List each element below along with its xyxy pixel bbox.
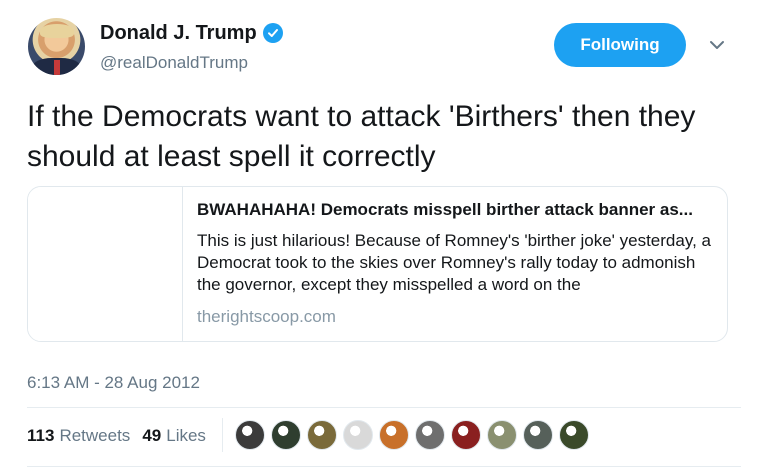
likes-count: 49 <box>142 426 162 445</box>
verified-badge-icon <box>262 23 283 43</box>
likes-stat[interactable]: 49 Likes <box>142 426 206 446</box>
liker-avatars <box>222 418 595 452</box>
retweets-count: 113 <box>27 426 55 445</box>
liker-avatar[interactable] <box>487 420 517 450</box>
author-info: Donald J. Trump @realDonaldTrump <box>100 20 283 73</box>
avatar-tie <box>54 60 60 75</box>
liker-avatar[interactable] <box>559 420 589 450</box>
retweets-label: Retweets <box>59 426 131 445</box>
tweet-header: Donald J. Trump @realDonaldTrump Followi… <box>28 18 740 80</box>
liker-avatar[interactable] <box>307 420 337 450</box>
author-display-name[interactable]: Donald J. Trump <box>100 22 257 45</box>
card-title: BWAHAHAHA! Democrats misspell birther at… <box>197 200 693 219</box>
card-thumbnail <box>28 187 183 341</box>
liker-avatar[interactable] <box>523 420 553 450</box>
following-button[interactable]: Following <box>554 23 686 67</box>
author-avatar[interactable] <box>28 18 85 75</box>
divider <box>27 466 741 467</box>
engagement-stats: 113 Retweets 49 Likes <box>27 426 218 446</box>
card-description: This is just hilarious! Because of Romne… <box>197 231 711 294</box>
liker-avatar[interactable] <box>379 420 409 450</box>
likes-label: Likes <box>166 426 206 445</box>
chevron-down-icon[interactable] <box>708 36 726 54</box>
divider <box>27 407 741 408</box>
liker-avatar[interactable] <box>235 420 265 450</box>
retweets-stat[interactable]: 113 Retweets <box>27 426 130 446</box>
tweet-timestamp[interactable]: 6:13 AM - 28 Aug 2012 <box>27 373 200 393</box>
card-body: BWAHAHAHA! Democrats misspell birther at… <box>197 199 717 327</box>
liker-avatar[interactable] <box>343 420 373 450</box>
tweet-text: If the Democrats want to attack 'Birther… <box>27 100 696 173</box>
liker-avatar[interactable] <box>271 420 301 450</box>
card-domain: therightscoop.com <box>197 307 336 326</box>
link-preview-card[interactable]: BWAHAHAHA! Democrats misspell birther at… <box>27 186 728 342</box>
liker-avatar[interactable] <box>451 420 481 450</box>
avatar-hair <box>40 24 74 38</box>
name-row: Donald J. Trump <box>100 20 283 46</box>
liker-avatar[interactable] <box>415 420 445 450</box>
author-handle[interactable]: @realDonaldTrump <box>100 53 283 73</box>
